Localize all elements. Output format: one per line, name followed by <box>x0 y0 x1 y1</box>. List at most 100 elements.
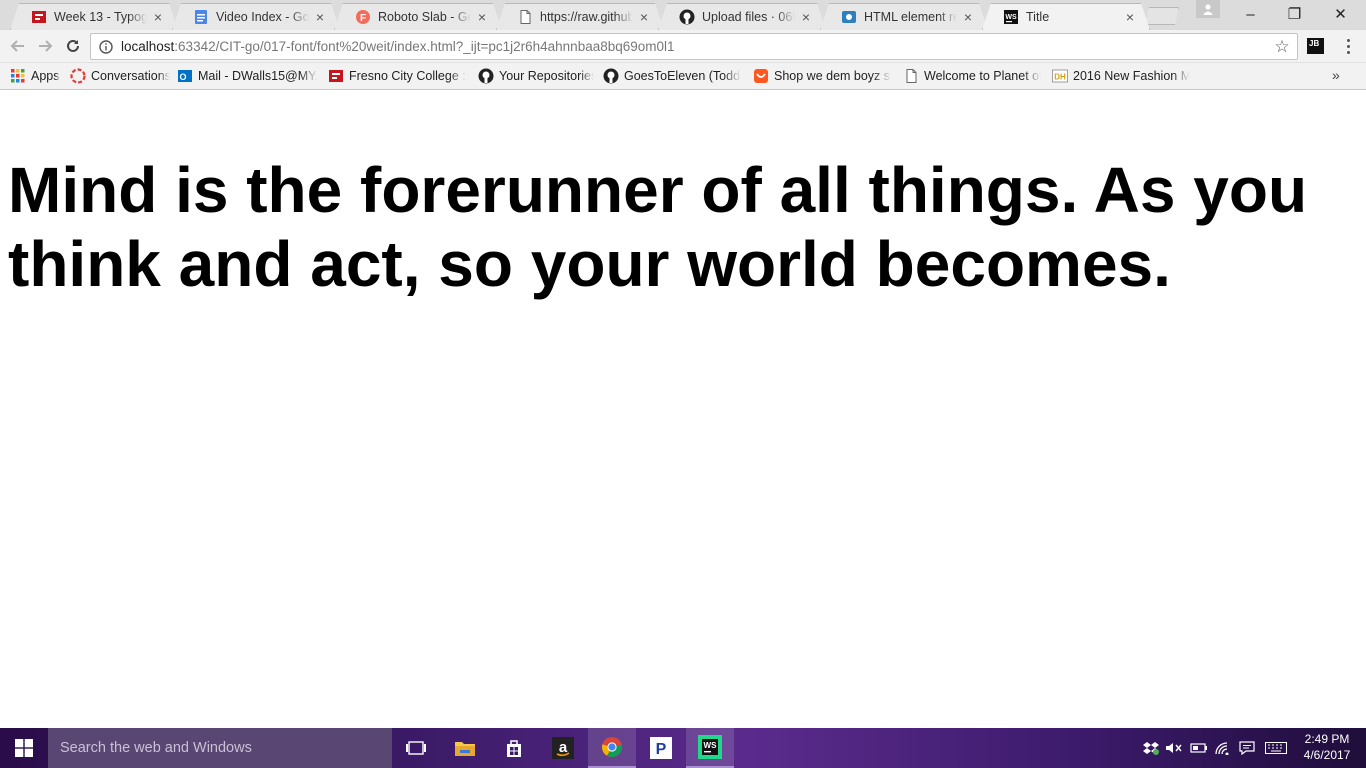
docs-icon <box>193 9 209 25</box>
bookmark-label: Fresno City College : W <box>349 69 467 83</box>
close-icon[interactable]: × <box>961 10 975 24</box>
bookmark-label: Mail - DWalls15@MY... <box>198 69 318 83</box>
dropbox-icon[interactable] <box>1142 740 1160 756</box>
pandora-icon[interactable]: P <box>637 728 685 768</box>
github-icon <box>478 68 494 84</box>
info-icon[interactable] <box>91 39 121 54</box>
tab-roboto-slab[interactable]: F Roboto Slab - Google × <box>334 3 502 30</box>
action-center-icon[interactable] <box>1238 740 1256 756</box>
url-text[interactable]: localhost:63342/CIT-go/017-font/font%20w… <box>121 39 1267 54</box>
restore-button[interactable]: ❐ <box>1272 0 1317 28</box>
webstorm-icon: WS <box>1003 9 1019 25</box>
bookmark-mail[interactable]: O Mail - DWalls15@MY... <box>177 67 322 85</box>
close-icon[interactable]: × <box>151 10 165 24</box>
wifi-icon[interactable] <box>1214 740 1232 756</box>
svg-text:WS: WS <box>704 741 718 750</box>
bookmark-label: Shop we dem boyz sh <box>774 69 891 83</box>
page-heading: Mind is the forerunner of all things. As… <box>8 154 1308 300</box>
bookmark-goestoeleven[interactable]: GoesToEleven (Todd M <box>603 67 743 85</box>
page-icon <box>517 9 533 25</box>
forward-button[interactable] <box>34 35 56 57</box>
close-icon[interactable]: × <box>313 10 327 24</box>
back-arrow-icon <box>10 40 24 52</box>
clock-date: 4/6/2017 <box>1303 748 1351 762</box>
dh-icon: DH <box>1052 68 1068 84</box>
shop-icon <box>753 68 769 84</box>
reload-icon <box>67 39 79 52</box>
svg-text:DH: DH <box>1054 73 1066 82</box>
fcc-icon <box>31 9 47 25</box>
bookmark-label: Conversations <box>91 69 170 83</box>
fonts-icon: F <box>355 9 371 25</box>
profile-button[interactable] <box>1196 0 1220 18</box>
new-tab-button[interactable] <box>1145 7 1179 25</box>
tab-title: Week 13 - Typography <box>54 10 147 24</box>
mdn-icon <box>841 9 857 25</box>
bookmark-fresno-city-college[interactable]: Fresno City College : W <box>328 67 468 85</box>
close-icon[interactable]: × <box>799 10 813 24</box>
tab-week13[interactable]: Week 13 - Typography × <box>10 3 178 30</box>
bookmark-label: 2016 New Fashion Me <box>1073 69 1190 83</box>
webstorm-icon[interactable]: WS <box>686 728 734 768</box>
bookmark-apps[interactable]: Apps <box>10 67 62 85</box>
forward-arrow-icon <box>39 40 53 52</box>
page-icon <box>903 68 919 84</box>
taskbar-clock[interactable]: 2:49 PM 4/6/2017 <box>1296 731 1358 763</box>
close-icon[interactable]: × <box>1123 10 1137 24</box>
svg-text:WS: WS <box>1005 14 1017 21</box>
bookmarks-overflow-button[interactable]: » <box>1332 67 1340 83</box>
search-placeholder: Search the web and Windows <box>60 740 252 756</box>
tab-video-index[interactable]: Video Index - Google × <box>172 3 340 30</box>
bookmarks-bar: Apps Conversations O Mail - DWalls15@MY.… <box>0 63 1366 90</box>
apps-grid-icon <box>10 68 26 84</box>
jetbrains-extension-icon[interactable]: JB <box>1307 38 1324 54</box>
keyboard-icon[interactable] <box>1264 740 1288 756</box>
bookmark-planet[interactable]: Welcome to Planet of <box>903 67 1043 85</box>
person-icon <box>1203 4 1213 15</box>
tab-title: Title <box>1026 10 1050 24</box>
conversations-icon <box>70 68 86 84</box>
bookmark-your-repositories[interactable]: Your Repositories <box>478 67 594 85</box>
store-icon[interactable] <box>490 728 538 768</box>
volume-muted-icon[interactable] <box>1165 740 1183 756</box>
tab-strip: Week 13 - Typography × Video Index - Goo… <box>0 0 1366 30</box>
taskbar-search-box[interactable]: Search the web and Windows <box>48 728 392 768</box>
task-view-icon[interactable] <box>392 728 440 768</box>
address-bar[interactable]: localhost:63342/CIT-go/017-font/font%20w… <box>90 33 1298 60</box>
bookmark-fashion[interactable]: DH 2016 New Fashion Me <box>1052 67 1192 85</box>
page-content: Mind is the forerunner of all things. As… <box>0 90 1366 728</box>
fcc-icon <box>328 68 344 84</box>
battery-icon[interactable] <box>1190 740 1208 756</box>
bookmark-star-icon[interactable]: ☆ <box>1267 37 1297 57</box>
close-icon[interactable]: × <box>637 10 651 24</box>
tab-title: https://raw.githubusercontent <box>540 10 633 24</box>
tab-title: Upload files · 0693 <box>702 10 793 24</box>
bookmark-label: GoesToEleven (Todd M <box>624 69 741 83</box>
tab-upload-files[interactable]: Upload files · 0693 × <box>658 3 826 30</box>
tab-raw-github[interactable]: https://raw.githubusercontent × <box>496 3 664 30</box>
svg-text:a: a <box>559 739 568 756</box>
bookmark-label: Apps <box>31 69 60 83</box>
windows-logo-icon <box>15 739 33 757</box>
amazon-icon[interactable]: a <box>539 728 587 768</box>
browser-toolbar: localhost:63342/CIT-go/017-font/font%20w… <box>0 30 1366 63</box>
chrome-menu-button[interactable] <box>1338 36 1358 56</box>
minimize-button[interactable]: – <box>1228 0 1273 28</box>
file-explorer-icon[interactable] <box>441 728 489 768</box>
window-close-button[interactable]: ✕ <box>1318 0 1363 28</box>
outlook-icon: O <box>177 68 193 84</box>
tab-title-active[interactable]: WS Title × <box>982 3 1150 30</box>
bookmark-shop[interactable]: Shop we dem boyz sh <box>753 67 893 85</box>
chrome-icon[interactable] <box>588 728 636 768</box>
tab-title: Video Index - Google <box>216 10 309 24</box>
bookmark-conversations[interactable]: Conversations <box>70 67 170 85</box>
svg-text:F: F <box>360 13 366 24</box>
reload-button[interactable] <box>62 35 84 57</box>
tab-html-element-ref[interactable]: HTML element reference × <box>820 3 988 30</box>
close-icon[interactable]: × <box>475 10 489 24</box>
tab-title: Roboto Slab - Google <box>378 10 468 24</box>
start-button[interactable] <box>0 728 48 768</box>
url-host: localhost <box>121 39 175 54</box>
back-button[interactable] <box>7 35 29 57</box>
svg-text:P: P <box>656 741 667 758</box>
